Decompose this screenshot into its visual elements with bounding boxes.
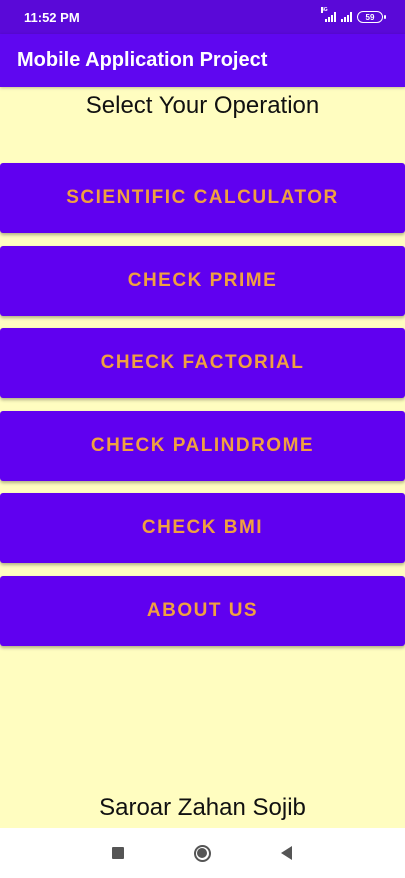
recents-icon xyxy=(112,847,124,859)
navigation-bar xyxy=(0,828,405,878)
recents-button[interactable] xyxy=(104,828,132,878)
status-icons: 4G 59 xyxy=(321,7,386,23)
scientific-calculator-button[interactable]: SCIENTIFIC CALCULATOR xyxy=(0,163,405,233)
network-type-label: 4G xyxy=(321,7,328,13)
check-prime-button[interactable]: CHECK PRIME xyxy=(0,246,405,316)
check-factorial-button[interactable]: CHECK FACTORIAL xyxy=(0,328,405,398)
status-bar: 11:52 PM 4G 59 xyxy=(0,0,405,34)
home-button[interactable] xyxy=(188,828,216,878)
back-icon xyxy=(280,846,292,860)
app-bar: Mobile Application Project xyxy=(0,34,405,87)
app-title: Mobile Application Project xyxy=(17,49,268,71)
status-time: 11:52 PM xyxy=(24,9,80,25)
check-palindrome-button[interactable]: CHECK PALINDROME xyxy=(0,411,405,481)
home-icon xyxy=(193,844,211,862)
battery-icon: 59 xyxy=(357,11,386,23)
page-heading: Select Your Operation xyxy=(85,92,320,119)
signal-4g-icon: 4G xyxy=(321,7,336,22)
about-us-button[interactable]: ABOUT US xyxy=(0,576,405,646)
signal-icon xyxy=(341,12,352,22)
check-bmi-button[interactable]: CHECK BMI xyxy=(0,493,405,563)
back-button[interactable] xyxy=(272,828,300,878)
battery-level: 59 xyxy=(365,12,375,22)
author-name: Saroar Zahan Sojib xyxy=(99,794,306,821)
